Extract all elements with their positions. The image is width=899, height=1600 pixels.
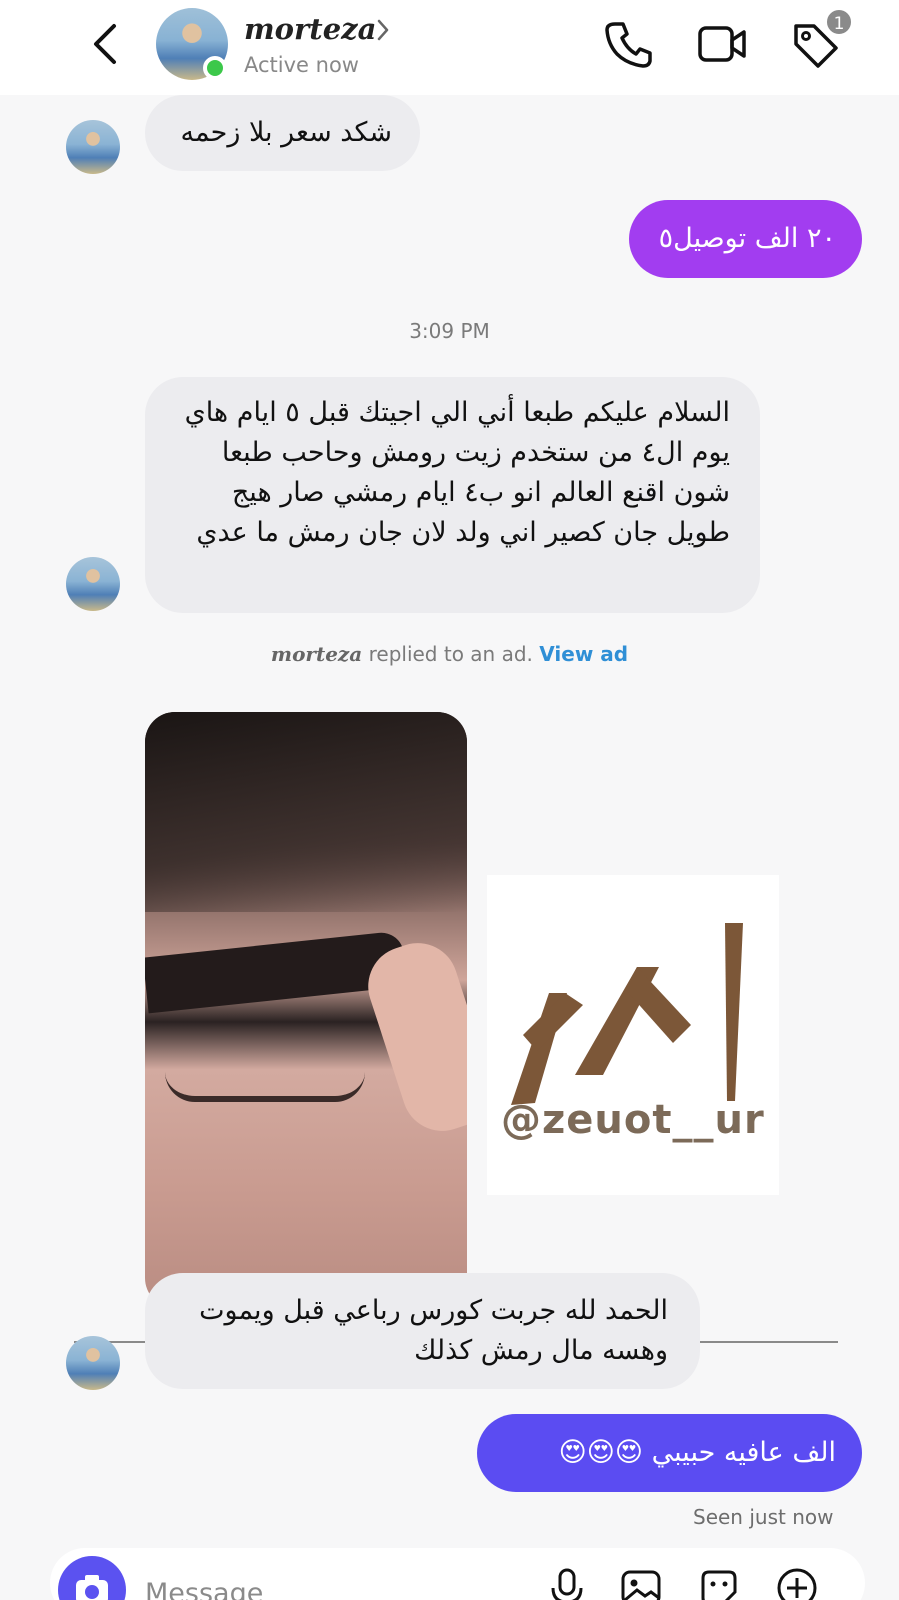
incoming-message[interactable]: شكد سعر بلا زحمه: [145, 95, 420, 171]
phone-icon[interactable]: [603, 18, 655, 70]
online-indicator: [203, 56, 227, 80]
sender-avatar[interactable]: [66, 1336, 120, 1390]
replied-text: replied to an ad.: [362, 642, 540, 666]
chevron-right-icon[interactable]: [376, 18, 390, 42]
seen-status: Seen just now: [693, 1505, 834, 1529]
ad-logo[interactable]: @zeuot__ur: [487, 875, 779, 1195]
video-icon[interactable]: [696, 18, 748, 70]
ad-logo-mark: [511, 923, 743, 1105]
outgoing-message[interactable]: الف عافيه حبيبي 😍😍😍: [477, 1414, 862, 1492]
outgoing-message[interactable]: ٢٠ الف توصيل٥: [629, 200, 862, 278]
ad-image-eyebrow: [145, 930, 408, 1014]
microphone-icon[interactable]: [545, 1566, 589, 1600]
message-thread[interactable]: شكد سعر بلا زحمه ٢٠ الف توصيل٥ 3:09 PM ا…: [0, 95, 899, 1600]
notification-badge: 1: [825, 8, 853, 36]
ad-image-hair: [145, 712, 467, 912]
replied-name: morteza: [270, 642, 363, 666]
incoming-message[interactable]: السلام عليكم طبعا أني الي اجيتك قبل ٥ اي…: [145, 377, 760, 613]
ad-reply-notice: morteza replied to an ad. View ad: [0, 642, 899, 666]
ad-image-eyelash: [165, 1072, 365, 1102]
chat-header: morteza Active now 1: [0, 0, 899, 95]
view-ad-link[interactable]: View ad: [539, 642, 628, 666]
presence-status: Active now: [244, 53, 359, 77]
sticker-icon[interactable]: [697, 1566, 741, 1600]
message-input[interactable]: [145, 1573, 525, 1600]
contact-name[interactable]: morteza: [244, 12, 376, 46]
back-arrow-icon[interactable]: [88, 20, 124, 68]
gallery-icon[interactable]: [619, 1566, 663, 1600]
ad-image[interactable]: [145, 712, 467, 1308]
plus-icon[interactable]: [775, 1566, 819, 1600]
ad-image-finger: [357, 932, 467, 1142]
camera-icon: [76, 1575, 108, 1600]
incoming-message[interactable]: الحمد لله جربت كورس رباعي قبل ويموت وهسه…: [145, 1273, 700, 1389]
ad-logo-handle: @zeuot__ur: [501, 1097, 765, 1143]
timestamp: 3:09 PM: [409, 319, 490, 343]
sender-avatar[interactable]: [66, 557, 120, 611]
sender-avatar[interactable]: [66, 120, 120, 174]
camera-button[interactable]: [58, 1556, 126, 1600]
